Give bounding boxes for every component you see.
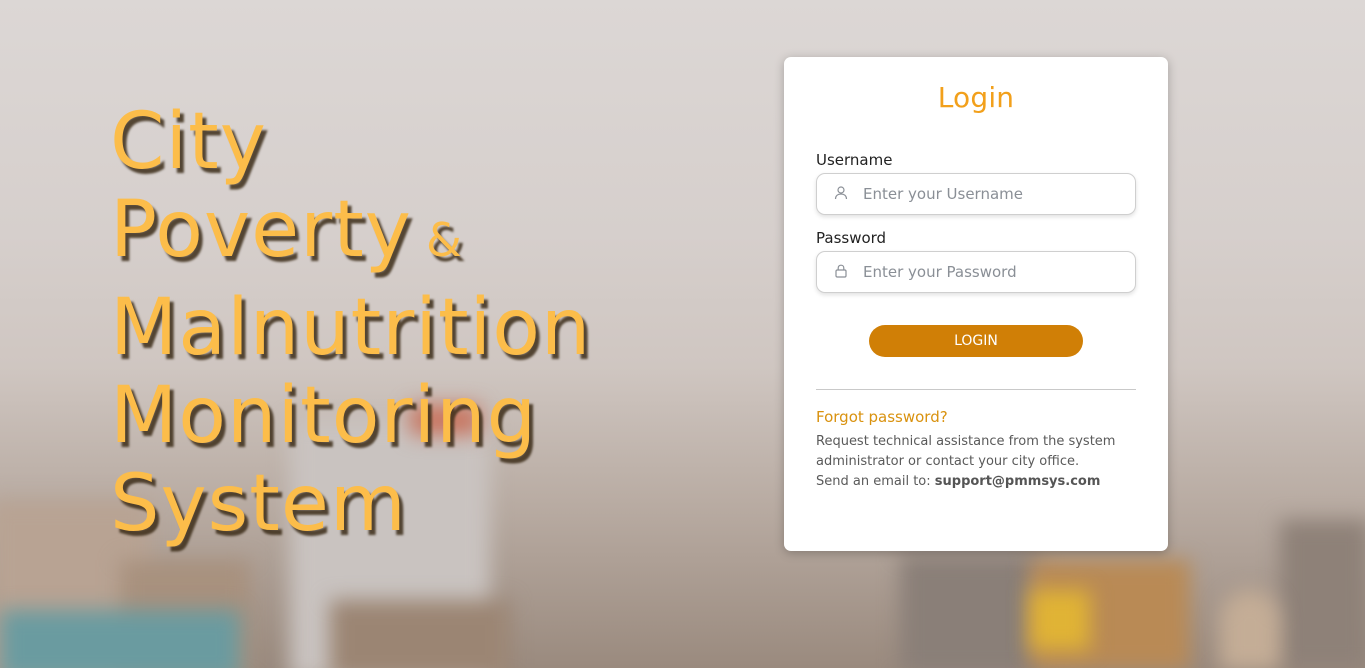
login-button[interactable]: LOGIN — [869, 325, 1083, 357]
help-email-line: Send an email to: support@pmmsys.com — [816, 472, 1116, 492]
bg-dome — [1220, 590, 1280, 668]
divider — [816, 389, 1136, 390]
help-description: Request technical assistance from the sy… — [816, 434, 1116, 469]
bg-awning — [0, 610, 240, 668]
login-title: Login — [937, 81, 1015, 114]
lock-icon — [833, 263, 849, 279]
password-label: Password — [816, 229, 887, 247]
password-input[interactable] — [863, 252, 1123, 292]
user-icon — [833, 185, 849, 201]
bg-building-far-right — [1280, 520, 1365, 668]
title-line-system: System — [110, 459, 407, 549]
title-ampersand: & — [425, 213, 463, 267]
title-line-malnutrition: Malnutrition — [110, 283, 592, 373]
username-field-wrapper — [816, 173, 1136, 215]
title-word-poverty: Poverty — [110, 185, 412, 275]
system-title: City Poverty & Malnutrition Monitoring Sy… — [110, 98, 710, 548]
title-line-poverty: Poverty & — [110, 186, 710, 284]
bg-building-right — [900, 555, 1040, 668]
password-field-wrapper — [816, 251, 1136, 293]
bg-billboard-yellow — [1030, 590, 1090, 650]
username-input[interactable] — [863, 174, 1123, 214]
forgot-password-link[interactable]: Forgot password? — [816, 408, 948, 426]
title-line-city: City — [110, 97, 267, 187]
support-email: support@pmmsys.com — [934, 474, 1101, 489]
email-prefix: Send an email to: — [816, 474, 935, 489]
title-line-monitoring: Monitoring — [110, 371, 538, 461]
username-label: Username — [816, 151, 893, 169]
help-text-block: Request technical assistance from the sy… — [816, 432, 1116, 492]
bg-building-mid — [330, 600, 510, 668]
login-card: Login Username Password LOGIN Forgot pas… — [784, 57, 1168, 551]
